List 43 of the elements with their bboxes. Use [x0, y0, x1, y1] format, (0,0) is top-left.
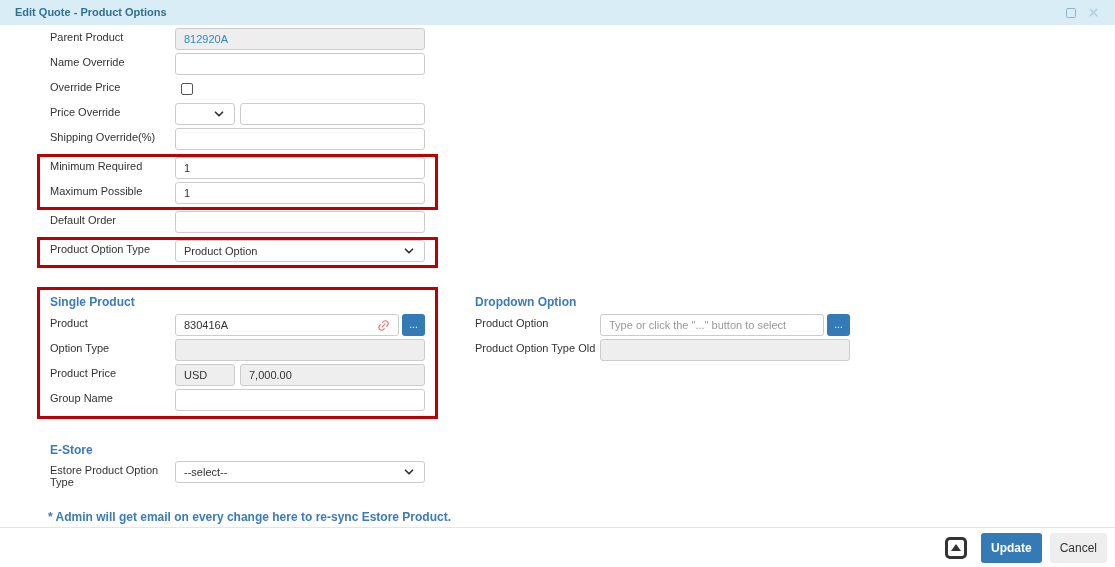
section-title: Dropdown Option [475, 294, 578, 311]
field-label: Option Type [50, 341, 111, 354]
field-label: Product Price [50, 366, 118, 379]
window-title: Edit Quote - Product Options [15, 5, 167, 21]
field-label: Price Override [50, 105, 122, 118]
input-field[interactable] [175, 389, 425, 411]
field-label: Parent Product [50, 30, 125, 43]
input-field[interactable] [175, 53, 425, 75]
field-label: Product Option Type Old [475, 341, 597, 354]
field-label: Group Name [50, 391, 114, 404]
field-label: Default Order [50, 213, 118, 226]
field-label: Override Price [50, 80, 122, 93]
currency-field: USD [175, 364, 235, 386]
cancel-button[interactable]: Cancel [1049, 532, 1107, 563]
amount-field: 7,000.00 [240, 364, 425, 386]
browse-button[interactable]: ... [402, 314, 425, 336]
section-title: Single Product [50, 294, 136, 311]
notice-text: * Admin will get email on every change here to re-sync Estore Product. [48, 509, 452, 526]
input-field[interactable] [240, 103, 425, 125]
input-field[interactable]: 1 [175, 182, 425, 204]
update-button[interactable]: Update [980, 532, 1042, 563]
field-label: Product Option [475, 316, 550, 329]
checkbox[interactable] [181, 83, 193, 95]
currency-select[interactable] [175, 103, 235, 125]
select-field[interactable]: Product Option [175, 240, 425, 262]
field-label: Estore Product Option Type [50, 463, 160, 488]
input-field[interactable]: 830416A [175, 314, 399, 336]
input-field[interactable]: 1 [175, 157, 425, 179]
input-field[interactable] [175, 211, 425, 233]
scroll-top-icon[interactable] [944, 536, 967, 559]
field-label: Product Option Type [50, 242, 152, 255]
field-label: Shipping Override(%) [50, 130, 157, 143]
maximize-icon[interactable] [1065, 6, 1077, 19]
close-icon[interactable] [1087, 6, 1100, 19]
field-label: Name Override [50, 55, 126, 68]
input-field[interactable] [175, 128, 425, 150]
field-label: Minimum Required [50, 159, 144, 172]
select-field[interactable]: --select-- [175, 461, 425, 483]
section-title: E-Store [50, 442, 94, 459]
field-label: Product [50, 316, 89, 329]
browse-button[interactable]: ... [827, 314, 850, 336]
field-label: Maximum Possible [50, 184, 144, 197]
input-field: 812920A [175, 28, 425, 50]
